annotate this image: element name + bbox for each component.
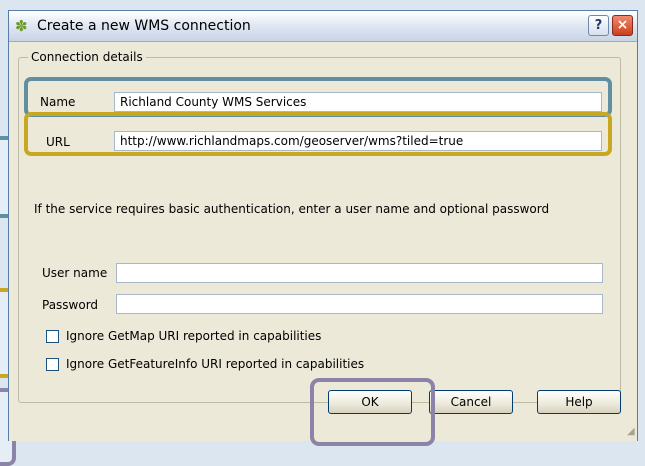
ignore-getfeatureinfo-label: Ignore GetFeatureInfo URI reported in ca…	[66, 357, 365, 371]
ignore-getfeatureinfo-checkbox[interactable]	[46, 358, 59, 371]
group-legend: Connection details	[28, 50, 146, 64]
auth-info-text: If the service requires basic authentica…	[34, 202, 550, 216]
ignore-getmap-checkbox[interactable]	[46, 330, 59, 343]
qgis-icon: ✽	[15, 17, 28, 35]
title-close-button[interactable]: ×	[612, 15, 633, 36]
title-help-button[interactable]: ?	[588, 15, 609, 36]
username-input[interactable]	[116, 263, 603, 283]
help-button[interactable]: Help	[537, 390, 621, 414]
password-label: Password	[42, 298, 99, 312]
resize-grip-icon[interactable]: ◢	[627, 425, 641, 439]
username-label: User name	[42, 266, 108, 280]
name-row-highlight	[24, 77, 612, 117]
cancel-button[interactable]: Cancel	[429, 390, 513, 414]
url-row-highlight	[24, 112, 612, 156]
title-bar[interactable]: ✽ Create a new WMS connection ? ×	[9, 11, 637, 42]
password-input[interactable]	[116, 294, 603, 314]
ok-button-highlight	[310, 378, 435, 446]
ignore-getmap-label: Ignore GetMap URI reported in capabiliti…	[66, 329, 322, 343]
dialog-title: Create a new WMS connection	[37, 18, 251, 34]
